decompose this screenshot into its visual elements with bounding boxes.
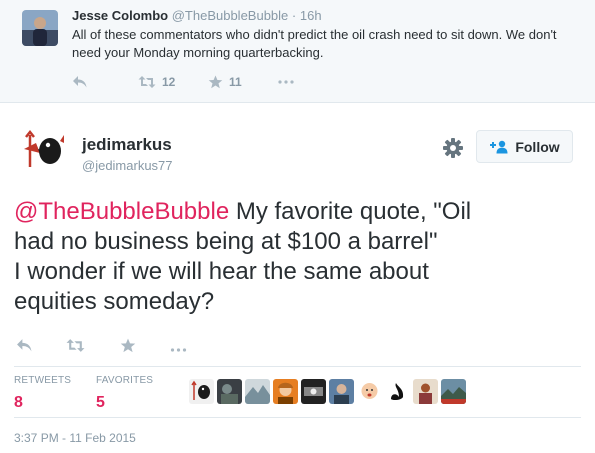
tweet-timestamp[interactable]: 3:37 PM - 11 Feb 2015 [14, 431, 136, 445]
parent-favorite-count: 11 [229, 75, 242, 89]
retweets-count: 8 [14, 394, 23, 411]
parent-favorite-button[interactable]: 11 [208, 75, 278, 89]
retweet-button[interactable] [66, 338, 120, 358]
tweet-action-bar [16, 338, 187, 358]
tweet-text: @TheBubbleBubble My favorite quote, "Oil… [14, 197, 584, 317]
more-button[interactable] [170, 339, 187, 357]
favoriter-avatar[interactable] [413, 379, 438, 404]
reply-button[interactable] [16, 338, 66, 358]
retweets-stat[interactable]: RETWEETS 8 [14, 375, 71, 412]
favoriter-avatar[interactable] [189, 379, 214, 404]
parent-action-bar: 12 11 [72, 72, 294, 92]
divider [14, 366, 581, 367]
favoriter-avatar[interactable] [273, 379, 298, 404]
tweet-text-line-3: I wonder if we will hear the same about [14, 258, 429, 285]
favorites-count: 5 [96, 394, 105, 411]
parent-separator: · [291, 8, 297, 23]
favoriter-avatar[interactable] [441, 379, 466, 404]
favoriter-avatar[interactable] [301, 379, 326, 404]
tweet-text-line-2: had no business being at $100 a barrel" [14, 228, 438, 255]
follow-person-icon [489, 140, 509, 154]
author-avatar[interactable] [20, 127, 68, 175]
parent-tweet[interactable]: Jesse Colombo @TheBubbleBubble · 16h All… [0, 0, 595, 103]
favoriter-avatar[interactable] [357, 379, 382, 404]
follow-label: Follow [515, 138, 560, 155]
favoriter-avatar[interactable] [385, 379, 410, 404]
parent-author-name[interactable]: Jesse Colombo [72, 8, 168, 23]
tweet-text-line-1: My favorite quote, "Oil [229, 198, 472, 225]
mention-link[interactable]: @TheBubbleBubble [14, 198, 229, 225]
favorite-button[interactable] [120, 338, 170, 358]
author-handle[interactable]: @jedimarkus77 [82, 158, 173, 173]
favorite-icon [120, 338, 136, 358]
favoriter-avatar[interactable] [245, 379, 270, 404]
reply-icon [72, 75, 88, 89]
parent-tweet-text: All of these commentators who didn't pre… [72, 27, 557, 60]
parent-retweet-count: 12 [162, 75, 176, 89]
favorites-stat[interactable]: FAVORITES 5 [96, 375, 153, 412]
favoriter-avatar[interactable] [217, 379, 242, 404]
favoriter-avatars [189, 379, 469, 404]
parent-reply-button[interactable] [72, 75, 138, 89]
more-icon [278, 80, 294, 84]
parent-header: Jesse Colombo @TheBubbleBubble · 16h [72, 8, 322, 23]
parent-author-handle[interactable]: @TheBubbleBubble [172, 8, 289, 23]
favoriter-avatar[interactable] [329, 379, 354, 404]
retweet-icon [138, 75, 156, 89]
follow-button[interactable]: Follow [476, 130, 573, 163]
parent-time[interactable]: 16h [300, 8, 322, 23]
favorite-icon [208, 75, 223, 89]
retweet-icon [66, 338, 85, 358]
more-icon [170, 339, 187, 357]
gear-icon[interactable] [442, 137, 464, 159]
favorites-label: FAVORITES [96, 375, 154, 386]
author-name[interactable]: jedimarkus [82, 135, 172, 155]
reply-icon [16, 338, 33, 358]
tweet-text-line-4: equities someday? [14, 288, 215, 315]
parent-avatar[interactable] [22, 10, 58, 46]
retweets-label: RETWEETS [14, 375, 72, 386]
parent-more-button[interactable] [278, 80, 294, 84]
divider [14, 417, 581, 418]
parent-retweet-button[interactable]: 12 [138, 75, 208, 89]
